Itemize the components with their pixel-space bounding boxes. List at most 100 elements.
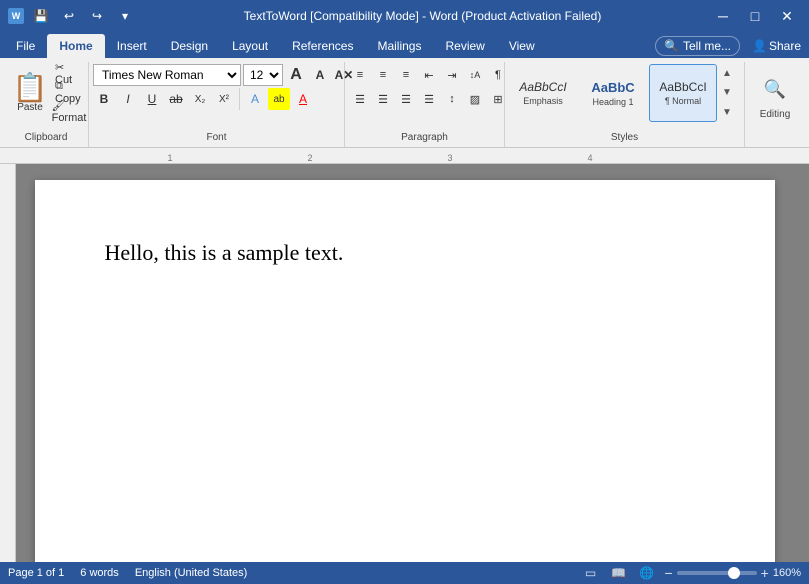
editing-group-content: 🔍 Editing bbox=[759, 64, 791, 145]
document-area: Hello, this is a sample text. bbox=[0, 164, 809, 562]
text-effects-button[interactable]: A bbox=[244, 88, 266, 110]
tab-design[interactable]: Design bbox=[159, 34, 220, 58]
ribbon-body: 📋 Paste ✂ Cut ⧉ Copy 🖌 Format Clipboard … bbox=[0, 58, 809, 148]
strikethrough-button[interactable]: ab bbox=[165, 88, 187, 110]
document-text[interactable]: Hello, this is a sample text. bbox=[105, 240, 705, 266]
font-color-button[interactable]: A bbox=[292, 88, 314, 110]
tab-layout[interactable]: Layout bbox=[220, 34, 280, 58]
web-layout-button[interactable]: 🌐 bbox=[636, 565, 656, 581]
redo-button[interactable]: ↪ bbox=[86, 5, 108, 27]
tab-review[interactable]: Review bbox=[433, 34, 496, 58]
tab-insert[interactable]: Insert bbox=[105, 34, 159, 58]
clipboard-label: Clipboard bbox=[4, 132, 88, 143]
font-format-row: B I U ab X₂ X² A ab A bbox=[93, 88, 355, 110]
vertical-ruler bbox=[0, 164, 16, 562]
superscript-button[interactable]: X² bbox=[213, 88, 235, 110]
ribbon-tabs: File Home Insert Design Layout Reference… bbox=[0, 32, 809, 58]
clipboard-small-buttons: ✂ Cut ⧉ Copy 🖌 Format bbox=[54, 64, 84, 120]
grow-font-button[interactable]: A bbox=[285, 64, 307, 86]
undo-button[interactable]: ↩ bbox=[58, 5, 80, 27]
style-emphasis[interactable]: AaBbCcI Emphasis bbox=[509, 64, 577, 122]
editing-label: Editing bbox=[760, 109, 791, 120]
shrink-font-button[interactable]: A bbox=[309, 64, 331, 86]
app-icon: W bbox=[8, 8, 24, 24]
close-button[interactable]: ✕ bbox=[773, 2, 801, 30]
tab-file[interactable]: File bbox=[4, 34, 47, 58]
format-painter-button[interactable]: 🖌 Format bbox=[54, 102, 84, 120]
separator bbox=[239, 88, 240, 110]
person-icon: 👤 bbox=[752, 39, 767, 53]
styles-group-content: AaBbCcI Emphasis AaBbC Heading 1 AaBbCcI… bbox=[509, 64, 735, 138]
zoom-percentage: 160% bbox=[773, 567, 801, 579]
italic-button[interactable]: I bbox=[117, 88, 139, 110]
shading-button[interactable]: ▨ bbox=[464, 88, 486, 110]
font-group: Times New Roman 12 A A A✕ B I U ab X₂ X²… bbox=[89, 62, 345, 147]
tell-me-text: Tell me... bbox=[683, 39, 731, 53]
font-label: Font bbox=[89, 132, 344, 143]
title-bar-left: W 💾 ↩ ↪ ▾ bbox=[8, 5, 136, 27]
zoom-thumb bbox=[728, 567, 740, 579]
styles-group: AaBbCcI Emphasis AaBbC Heading 1 AaBbCcI… bbox=[505, 62, 745, 147]
tell-me-button[interactable]: 🔍 Tell me... bbox=[655, 36, 740, 56]
zoom-track[interactable] bbox=[677, 571, 757, 575]
editing-search-button[interactable]: 🔍 bbox=[759, 73, 791, 105]
save-button[interactable]: 💾 bbox=[30, 5, 52, 27]
font-name-select[interactable]: Times New Roman bbox=[93, 64, 241, 86]
paragraph-group-content: ≡ ≡ ≡ ⇤ ⇥ ↕A ¶ ☰ ☰ ☰ ☰ ↕ ▨ ⊞ bbox=[349, 64, 509, 126]
line-spacing-button[interactable]: ↕ bbox=[441, 88, 463, 110]
page: Hello, this is a sample text. bbox=[35, 180, 775, 562]
align-left-button[interactable]: ☰ bbox=[349, 88, 371, 110]
styles-scroll-down[interactable]: ▼ bbox=[719, 83, 735, 102]
styles-more-button[interactable]: ▼ bbox=[719, 103, 735, 122]
subscript-button[interactable]: X₂ bbox=[189, 88, 211, 110]
title-bar: W 💾 ↩ ↪ ▾ TextToWord [Compatibility Mode… bbox=[0, 0, 809, 32]
style-normal-preview: AaBbCcI bbox=[659, 80, 706, 94]
share-button[interactable]: 👤 Share bbox=[744, 37, 809, 55]
maximize-button[interactable]: □ bbox=[741, 2, 769, 30]
bold-button[interactable]: B bbox=[93, 88, 115, 110]
style-heading1-preview: AaBbC bbox=[591, 80, 634, 95]
align-right-button[interactable]: ☰ bbox=[395, 88, 417, 110]
decrease-indent-button[interactable]: ⇤ bbox=[418, 64, 440, 86]
clipboard-group: 📋 Paste ✂ Cut ⧉ Copy 🖌 Format Clipboard bbox=[4, 62, 89, 147]
font-group-content: Times New Roman 12 A A A✕ B I U ab X₂ X²… bbox=[93, 64, 355, 126]
tab-view[interactable]: View bbox=[497, 34, 547, 58]
text-highlight-button[interactable]: ab bbox=[268, 88, 290, 110]
ribbon-right-actions: 🔍 Tell me... 👤 Share bbox=[655, 36, 809, 58]
ruler-mark-1: 1 bbox=[167, 153, 172, 163]
ruler-mark-3: 3 bbox=[447, 153, 452, 163]
read-mode-button[interactable]: 📖 bbox=[608, 565, 628, 581]
increase-indent-button[interactable]: ⇥ bbox=[441, 64, 463, 86]
multilevel-button[interactable]: ≡ bbox=[395, 64, 417, 86]
sort-button[interactable]: ↕A bbox=[464, 64, 486, 86]
minimize-button[interactable]: ─ bbox=[709, 2, 737, 30]
customize-qat-button[interactable]: ▾ bbox=[114, 5, 136, 27]
justify-button[interactable]: ☰ bbox=[418, 88, 440, 110]
zoom-out-button[interactable]: − bbox=[664, 565, 672, 581]
ruler: 1 2 3 4 bbox=[0, 148, 809, 164]
tab-mailings[interactable]: Mailings bbox=[365, 34, 433, 58]
search-icon: 🔍 bbox=[664, 39, 679, 53]
style-normal[interactable]: AaBbCcI ¶ Normal bbox=[649, 64, 717, 122]
tab-references[interactable]: References bbox=[280, 34, 365, 58]
style-heading1[interactable]: AaBbC Heading 1 bbox=[579, 64, 647, 122]
page-indicator: Page 1 of 1 bbox=[8, 567, 64, 579]
zoom-in-button[interactable]: + bbox=[761, 565, 769, 581]
styles-scroll-up[interactable]: ▲ bbox=[719, 64, 735, 83]
paste-button[interactable]: 📋 Paste bbox=[8, 64, 52, 122]
window-title: TextToWord [Compatibility Mode] - Word (… bbox=[136, 9, 709, 23]
tab-home[interactable]: Home bbox=[47, 34, 104, 58]
style-heading1-name: Heading 1 bbox=[592, 97, 633, 107]
font-size-select[interactable]: 12 bbox=[243, 64, 283, 86]
ruler-mark-4: 4 bbox=[587, 153, 592, 163]
styles-label: Styles bbox=[505, 132, 744, 143]
align-center-button[interactable]: ☰ bbox=[372, 88, 394, 110]
bullets-button[interactable]: ≡ bbox=[349, 64, 371, 86]
numbering-button[interactable]: ≡ bbox=[372, 64, 394, 86]
zoom-slider-area: − + 160% bbox=[664, 565, 801, 581]
window-controls: ─ □ ✕ bbox=[709, 2, 801, 30]
print-layout-view-button[interactable]: ▭ bbox=[580, 565, 600, 581]
underline-button[interactable]: U bbox=[141, 88, 163, 110]
status-bar: Page 1 of 1 6 words English (United Stat… bbox=[0, 562, 809, 584]
style-emphasis-preview: AaBbCcI bbox=[519, 80, 566, 94]
